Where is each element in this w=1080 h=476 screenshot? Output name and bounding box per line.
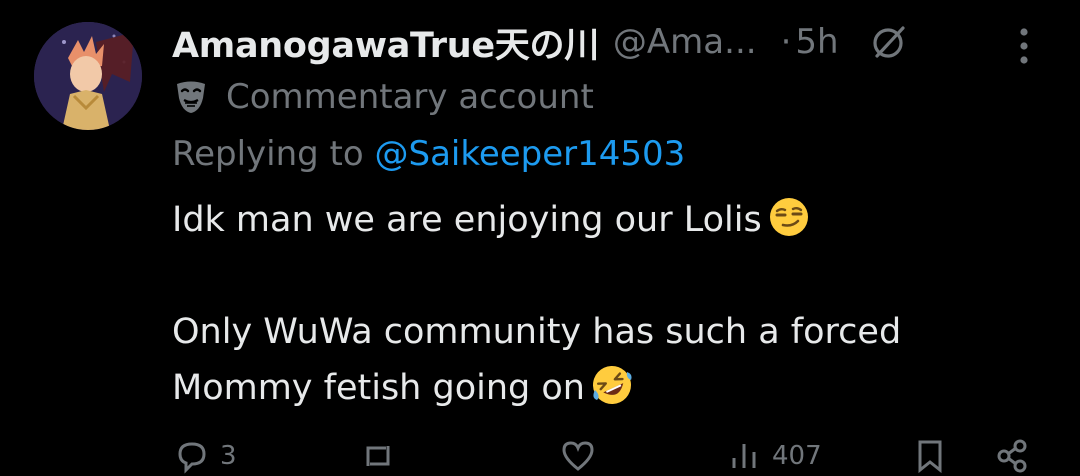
- share-icon: [997, 439, 1027, 473]
- views-count: 407: [772, 441, 822, 471]
- avatar[interactable]: [34, 22, 142, 130]
- views-chart-icon: [732, 444, 756, 468]
- tweet-line: Only WuWa community has such a forced: [172, 312, 902, 352]
- mention-link[interactable]: @Saikeeper14503: [375, 134, 686, 174]
- replying-to: Replying to @Saikeeper14503: [172, 134, 685, 174]
- repost-icon: [366, 446, 390, 466]
- tweet-line: [172, 248, 1032, 304]
- repost-button[interactable]: [358, 436, 406, 476]
- share-button[interactable]: [992, 436, 1032, 476]
- bookmark-icon: [918, 440, 942, 474]
- separator-dot: ·: [780, 22, 792, 62]
- action-bar: 3 407: [172, 436, 1052, 476]
- rolling-on-floor-laughing-emoji: [591, 364, 633, 406]
- grok-icon[interactable]: [869, 22, 909, 62]
- tweet-line-text: Idk man we are enjoying our Lolis: [172, 200, 762, 240]
- tweet-header: AmanogawaTrue天の川 @Ama... · 5h: [172, 14, 1002, 70]
- tweet-line: Mommy fetish going on: [172, 360, 1032, 416]
- reply-count: 3: [220, 441, 237, 471]
- views-button[interactable]: 407: [724, 436, 822, 476]
- tweet-text: Idk man we are enjoying our Lolis Only W…: [172, 192, 1032, 416]
- more-icon[interactable]: [1010, 24, 1038, 68]
- timestamp[interactable]: 5h: [795, 22, 838, 62]
- display-name[interactable]: AmanogawaTrue天の川: [172, 17, 599, 68]
- label-text: Commentary account: [226, 77, 594, 117]
- like-button[interactable]: [558, 436, 606, 476]
- theater-mask-icon: [172, 78, 210, 116]
- account-label[interactable]: Commentary account: [172, 72, 594, 122]
- bookmark-button[interactable]: [910, 436, 950, 476]
- user-handle[interactable]: @Ama...: [613, 22, 757, 62]
- replying-prefix: Replying to: [172, 134, 364, 174]
- tweet-line-text: Mommy fetish going on: [172, 368, 585, 408]
- smirking-face-emoji: [768, 196, 810, 238]
- reply-button[interactable]: 3: [172, 436, 237, 476]
- avatar-image: [34, 22, 142, 130]
- tweet[interactable]: AmanogawaTrue天の川 @Ama... · 5h Commentary…: [0, 0, 1080, 474]
- heart-icon: [562, 441, 594, 471]
- reply-icon: [178, 442, 206, 474]
- tweet-line: Idk man we are enjoying our Lolis: [172, 192, 1032, 248]
